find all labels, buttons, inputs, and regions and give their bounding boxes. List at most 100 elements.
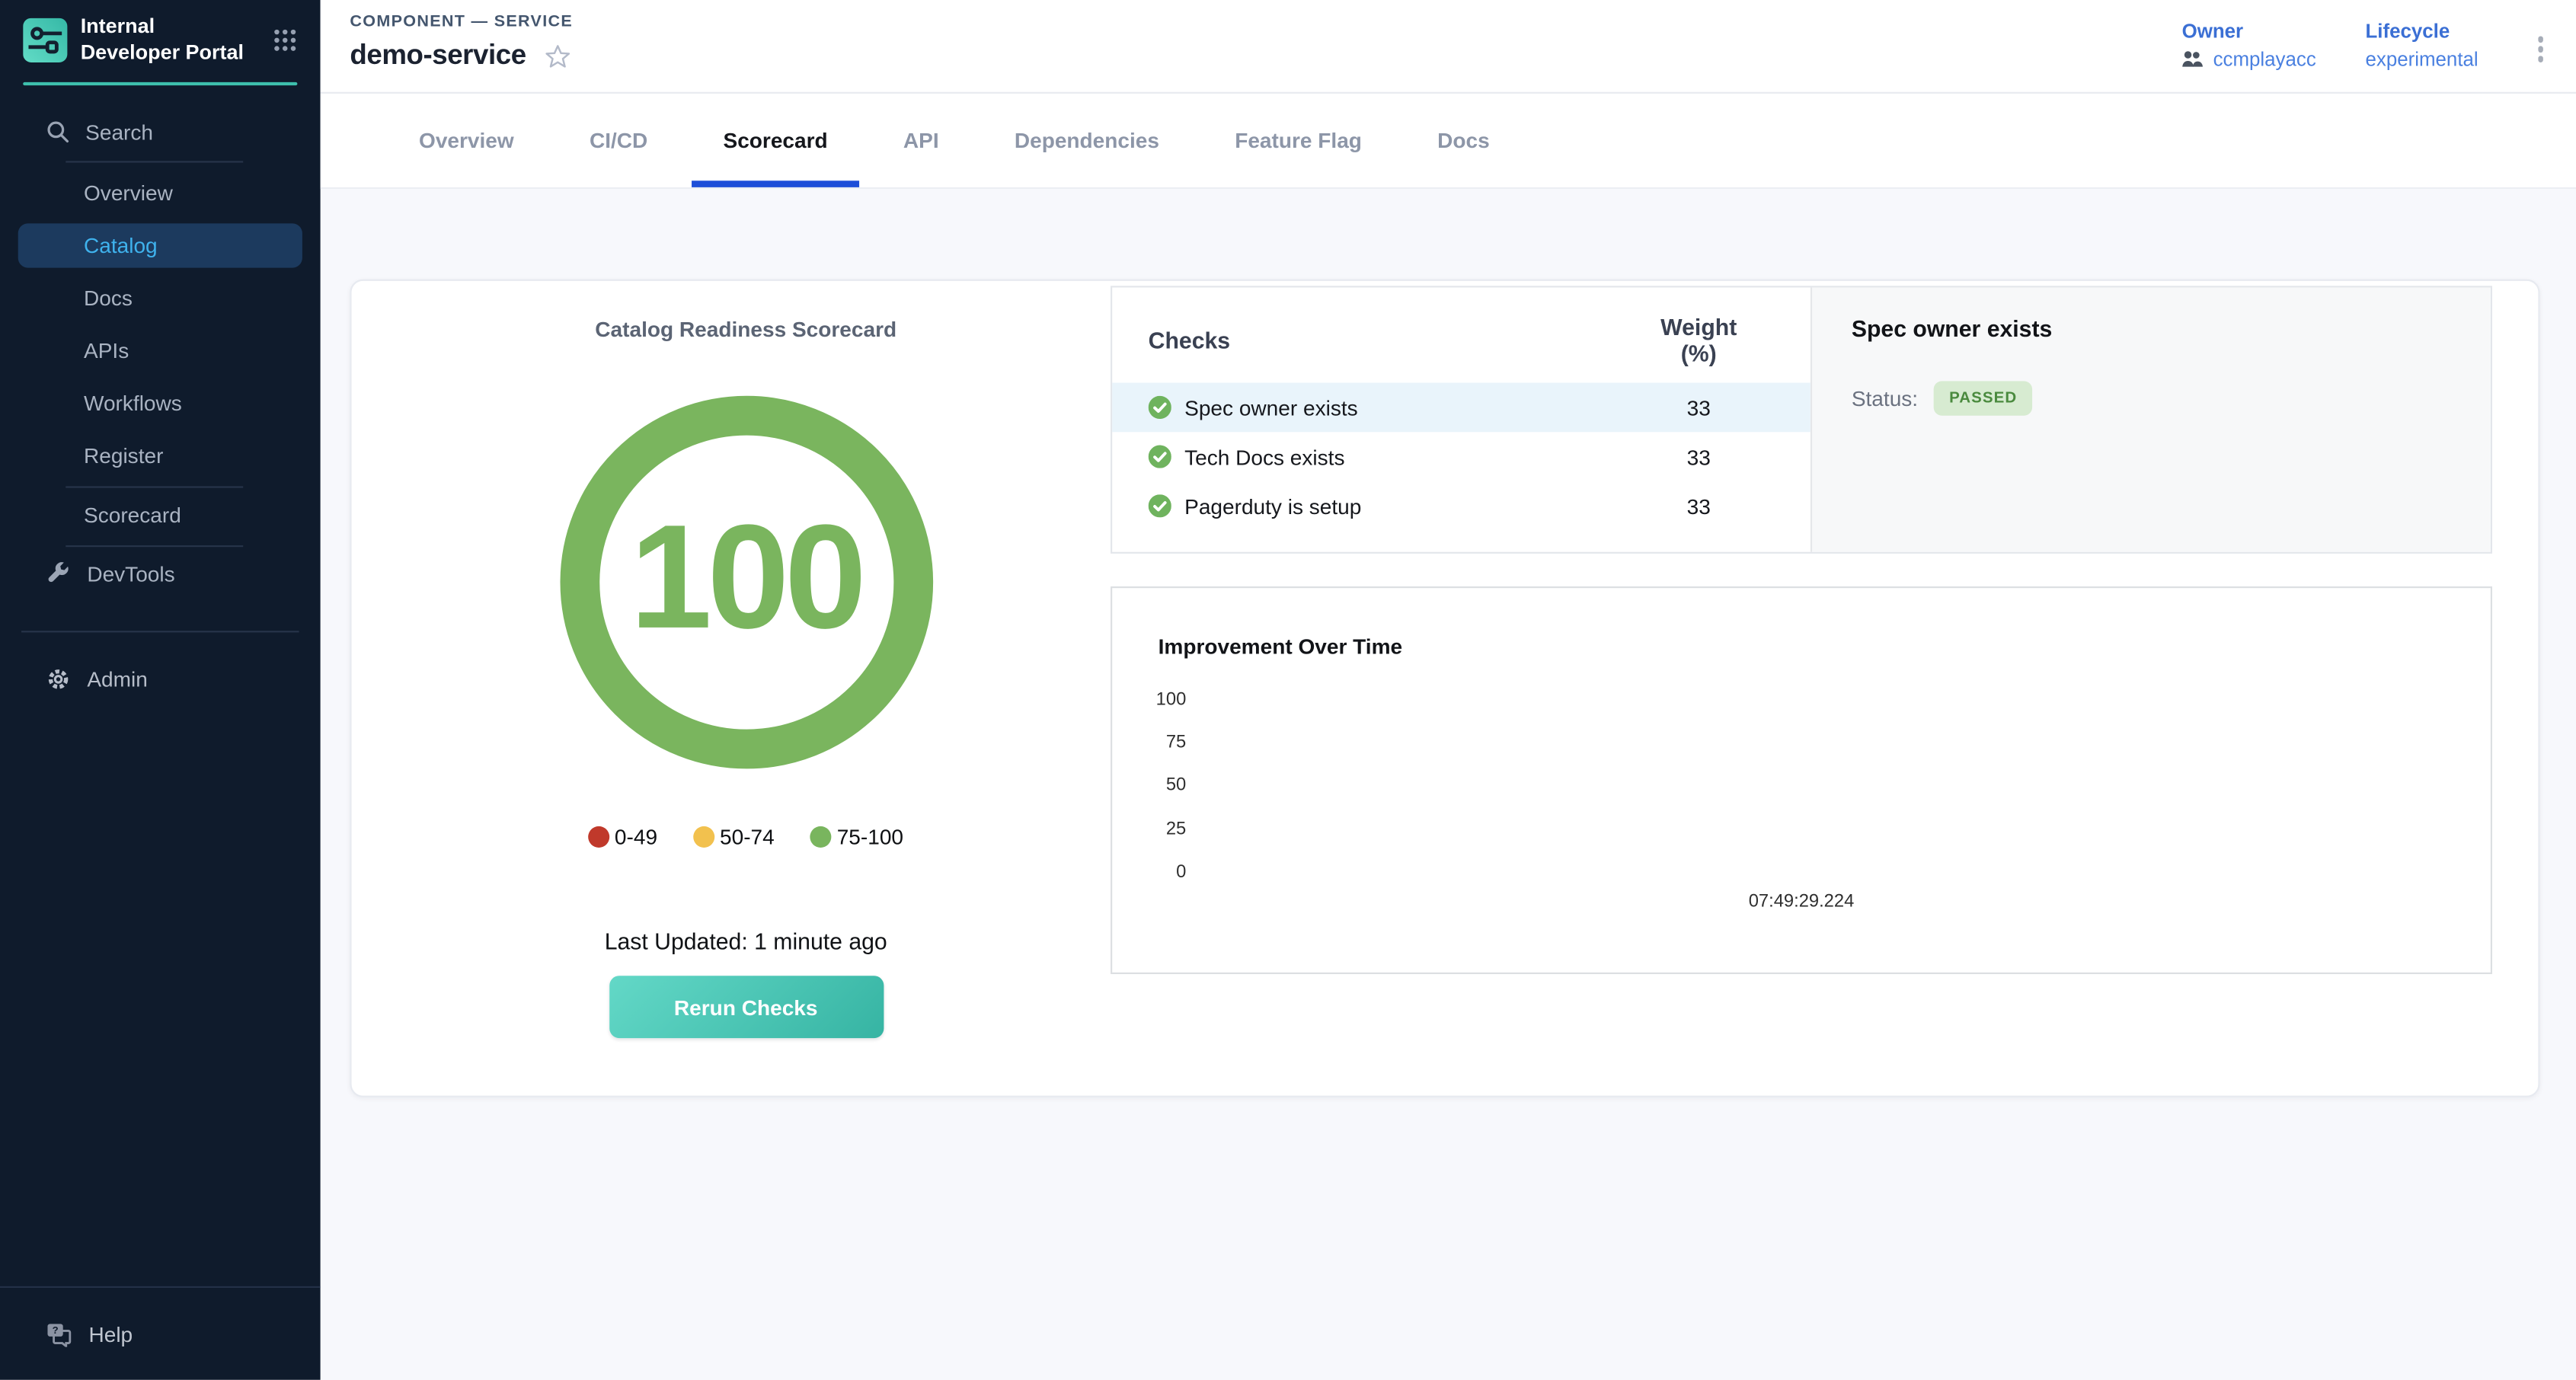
lifecycle-label: Lifecycle — [2365, 20, 2478, 43]
status-label: Status: — [1852, 386, 1918, 410]
sidebar-item-label: DevTools — [87, 561, 174, 586]
sidebar-item-label: Workflows — [84, 391, 182, 415]
sidebar-accent-divider — [23, 82, 297, 85]
sidebar-search-label: Search — [85, 120, 153, 144]
rerun-checks-button[interactable]: Rerun Checks — [609, 976, 883, 1038]
check-weight-value: 33 — [1641, 444, 1756, 468]
check-row-tech-docs[interactable]: Tech Docs exists 33 — [1112, 432, 1811, 481]
legend-dot-yellow — [694, 826, 715, 848]
check-detail-panel: Spec owner exists Status: PASSED — [1811, 287, 2491, 551]
check-circle-icon — [1149, 494, 1171, 517]
wrench-icon — [46, 561, 70, 586]
sidebar-item-label: APIs — [84, 338, 129, 363]
sidebar-nav: Overview Catalog Docs APIs Workflows Reg… — [0, 166, 321, 481]
breadcrumb: COMPONENT — SERVICE — [350, 13, 573, 31]
sidebar-item-workflows[interactable]: Workflows — [0, 376, 321, 429]
tab-cicd[interactable]: CI/CD — [551, 94, 686, 187]
checks-table-header: Checks Weight (%) — [1112, 287, 1811, 382]
legend-label: 0-49 — [615, 825, 657, 849]
kebab-menu-icon[interactable] — [2527, 27, 2552, 72]
checks-panel: Checks Weight (%) Spec owner exists 33 — [1111, 286, 2492, 554]
check-row-pagerduty[interactable]: Pagerduty is setup 33 — [1112, 481, 1811, 531]
scorecard-card: Catalog Readiness Scorecard 100 0-49 50-… — [350, 280, 2539, 1097]
score-gauge-ring: 100 — [559, 396, 932, 769]
sidebar-item-admin[interactable]: Admin — [0, 653, 321, 705]
lifecycle-value: experimental — [2365, 48, 2478, 71]
scorecard-title: Catalog Readiness Scorecard — [595, 317, 896, 341]
sidebar-item-catalog[interactable]: Catalog — [18, 223, 302, 267]
owner-value: ccmplayacc — [2213, 48, 2316, 71]
sidebar-item-register[interactable]: Register — [0, 429, 321, 481]
entity-header: COMPONENT — SERVICE demo-service Owner — [321, 0, 2576, 94]
tab-docs[interactable]: Docs — [1400, 94, 1528, 187]
search-icon — [46, 120, 69, 143]
tab-scorecard[interactable]: Scorecard — [686, 94, 865, 187]
tab-api[interactable]: API — [865, 94, 976, 187]
score-legend: 0-49 50-74 75-100 — [588, 825, 903, 849]
legend-item-high: 75-100 — [810, 825, 903, 849]
legend-label: 50-74 — [720, 825, 775, 849]
check-name-label: Tech Docs exists — [1184, 444, 1344, 468]
legend-dot-red — [588, 826, 609, 848]
tab-overview[interactable]: Overview — [381, 94, 551, 187]
lifecycle-block: Lifecycle experimental — [2365, 20, 2478, 71]
sidebar-spacer — [0, 705, 321, 1286]
y-axis-tick: 0 — [1130, 862, 1186, 882]
tab-label: Overview — [419, 128, 514, 152]
sidebar-item-label: Docs — [84, 286, 133, 310]
sidebar-item-label: Scorecard — [84, 502, 181, 526]
sidebar-item-label: Catalog — [84, 233, 158, 257]
legend-label: 75-100 — [837, 825, 903, 849]
help-chat-icon: ? — [46, 1321, 72, 1346]
app-title: Internal Developer Portal — [81, 14, 260, 65]
y-axis-tick: 100 — [1130, 690, 1186, 710]
sidebar-item-scorecard[interactable]: Scorecard — [0, 488, 321, 541]
svg-text:?: ? — [53, 1324, 59, 1335]
tab-label: Docs — [1437, 128, 1490, 152]
legend-item-low: 0-49 — [588, 825, 657, 849]
sidebar-item-label: Overview — [84, 180, 173, 205]
sidebar-item-docs[interactable]: Docs — [0, 271, 321, 324]
tab-dependencies[interactable]: Dependencies — [976, 94, 1197, 187]
tab-label: Scorecard — [724, 128, 828, 152]
sidebar-search[interactable]: Search — [0, 107, 321, 157]
tab-label: CI/CD — [590, 128, 647, 152]
app-root: Internal Developer Portal Search — [0, 0, 2576, 1380]
owner-label: Owner — [2182, 20, 2316, 43]
gauge-column: Catalog Readiness Scorecard 100 0-49 50-… — [352, 281, 1140, 1099]
checks-table: Checks Weight (%) Spec owner exists 33 — [1112, 287, 1811, 551]
check-circle-icon — [1149, 396, 1171, 419]
owner-link[interactable]: ccmplayacc — [2182, 48, 2316, 71]
legend-dot-green — [810, 826, 832, 848]
score-value: 100 — [630, 503, 861, 661]
y-axis-tick: 75 — [1130, 733, 1186, 752]
favorite-star-icon[interactable] — [544, 43, 572, 71]
last-updated-text: Last Updated: 1 minute ago — [605, 928, 887, 955]
sidebar-item-label: Admin — [87, 666, 148, 691]
sidebar-item-apis[interactable]: APIs — [0, 324, 321, 376]
y-axis-tick: 50 — [1130, 775, 1186, 795]
check-name-label: Spec owner exists — [1184, 395, 1358, 420]
check-row-spec-owner[interactable]: Spec owner exists 33 — [1112, 383, 1811, 433]
tab-feature-flag[interactable]: Feature Flag — [1197, 94, 1400, 187]
apps-grid-icon[interactable] — [273, 28, 297, 53]
gear-icon — [46, 666, 70, 691]
weight-column-header: Weight (%) — [1641, 314, 1756, 366]
check-detail-title: Spec owner exists — [1852, 315, 2451, 342]
check-circle-icon — [1149, 446, 1171, 468]
sidebar-divider — [66, 161, 243, 163]
sidebar-divider — [21, 631, 299, 633]
sidebar-item-label: Register — [84, 443, 163, 468]
chart-title: Improvement Over Time — [1159, 634, 1403, 659]
tab-label: API — [903, 128, 939, 152]
sidebar-item-devtools[interactable]: DevTools — [0, 548, 321, 600]
x-axis-tick: 07:49:29.224 — [1112, 892, 2491, 912]
status-badge: PASSED — [1935, 381, 2032, 415]
check-weight-value: 33 — [1641, 494, 1756, 518]
sidebar-item-overview[interactable]: Overview — [0, 166, 321, 219]
sidebar-item-help[interactable]: ? Help — [0, 1288, 321, 1380]
owner-block: Owner ccmplayacc — [2182, 20, 2316, 71]
sidebar: Internal Developer Portal Search — [0, 0, 321, 1380]
checks-column-header: Checks — [1149, 327, 1641, 353]
improvement-chart: Improvement Over Time 100 75 50 25 0 07:… — [1111, 586, 2492, 974]
